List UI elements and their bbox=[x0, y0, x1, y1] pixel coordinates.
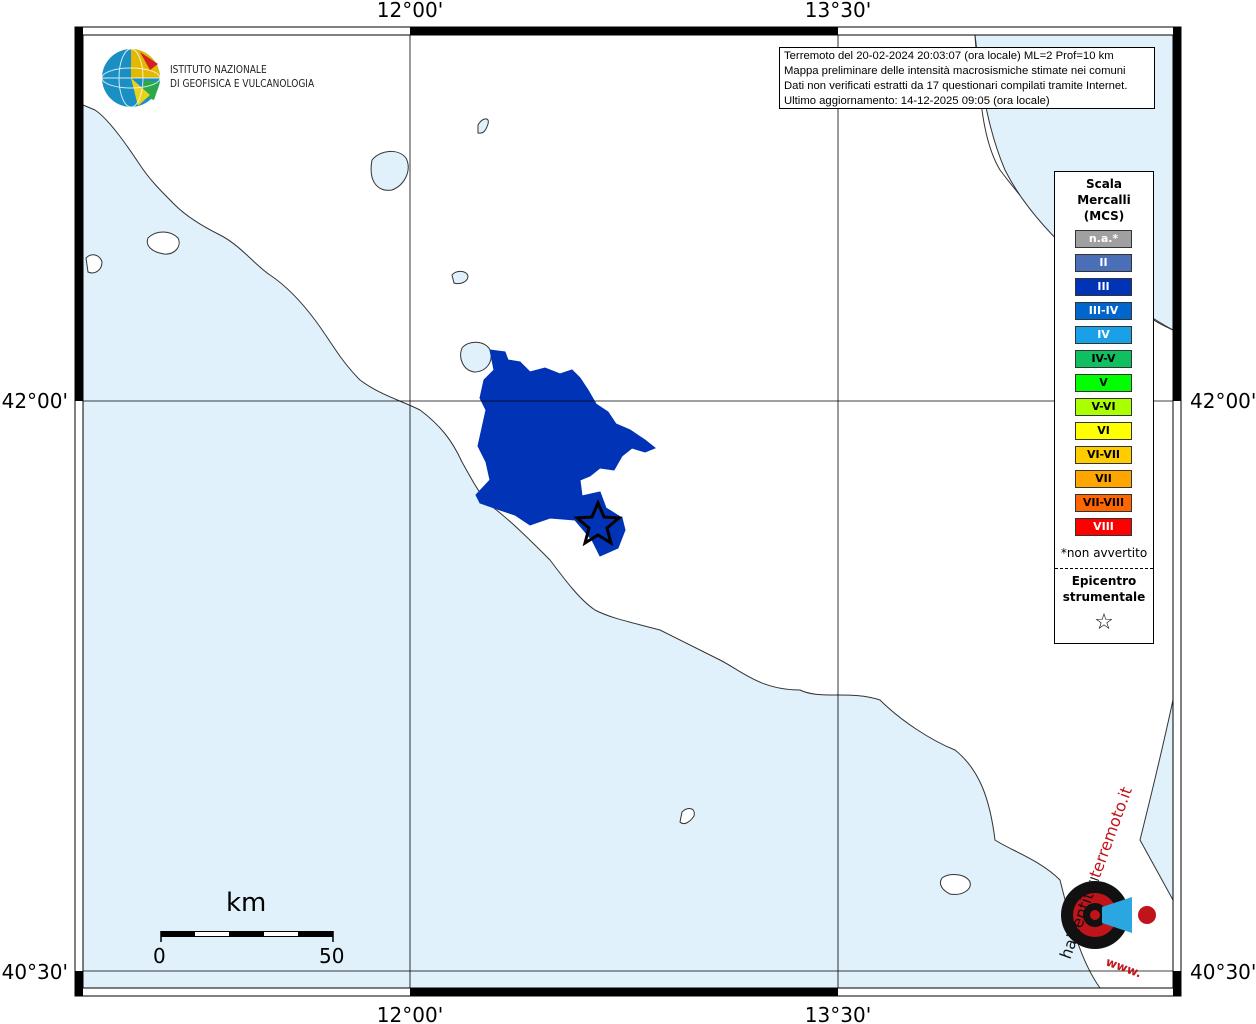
event-info-line-2: Mappa preliminare delle intensità macros… bbox=[784, 65, 1126, 77]
bottom-tick-2: 13°30' bbox=[805, 1003, 871, 1024]
legend-swatch: VII-VIII bbox=[1075, 494, 1132, 512]
ingv-line-2: DI GEOFISICA E VULCANOLOGIA bbox=[170, 77, 315, 90]
legend-swatch: V-VI bbox=[1075, 398, 1132, 416]
ingv-logo-icon bbox=[101, 48, 161, 108]
legend-swatch: V bbox=[1075, 374, 1132, 392]
legend-title: Scala Mercalli (MCS) bbox=[1077, 177, 1131, 223]
legend-swatch: VIII bbox=[1075, 518, 1132, 536]
mcs-legend: Scala Mercalli (MCS) n.a.* II III III-IV IV I… bbox=[1054, 171, 1154, 644]
bottom-tick-1: 12°00' bbox=[377, 1003, 443, 1024]
right-tick-2: 40°30' bbox=[1190, 960, 1256, 984]
event-info-line-4: Ultimo aggiornamento: 14-12-2025 09:05 (… bbox=[784, 95, 1050, 107]
right-tick-1: 42°00' bbox=[1190, 389, 1256, 413]
legend-note: *non avvertito bbox=[1060, 546, 1148, 560]
scale-min-label: 0 bbox=[153, 944, 166, 968]
legend-epicenter-label: Epicentro strumentale bbox=[1062, 574, 1146, 604]
top-tick-2: 13°30' bbox=[805, 0, 871, 22]
legend-swatch: VI bbox=[1075, 422, 1132, 440]
legend-items: n.a.* II III III-IV IV IV-V V V-VI VI VI-VII VII VI… bbox=[1075, 230, 1132, 542]
legend-swatch: III-IV bbox=[1075, 302, 1132, 320]
legend-star-icon: ☆ bbox=[1094, 610, 1114, 635]
legend-swatch: VI-VII bbox=[1075, 446, 1132, 464]
left-tick-1: 42°00' bbox=[2, 389, 68, 413]
legend-swatch: VII bbox=[1075, 470, 1132, 488]
event-info-line-1: Terremoto del 20-02-2024 20:03:07 (ora l… bbox=[784, 50, 1114, 62]
scale-unit: km bbox=[226, 888, 267, 918]
legend-swatch: IV bbox=[1075, 326, 1132, 344]
legend-swatch: n.a.* bbox=[1075, 230, 1132, 248]
ingv-logo-text: ISTITUTO NAZIONALE DI GEOFISICA E VULCAN… bbox=[170, 63, 314, 91]
event-info-box: Terremoto del 20-02-2024 20:03:07 (ora l… bbox=[779, 47, 1155, 109]
legend-swatch: III bbox=[1075, 278, 1132, 296]
left-tick-2: 40°30' bbox=[2, 960, 68, 984]
ingv-line-1: ISTITUTO NAZIONALE bbox=[170, 63, 267, 76]
legend-swatch: IV-V bbox=[1075, 350, 1132, 368]
legend-separator bbox=[1055, 568, 1153, 569]
scale-max-label: 50 bbox=[319, 944, 345, 968]
legend-swatch: II bbox=[1075, 254, 1132, 272]
lake-bracciano bbox=[460, 341, 492, 373]
top-tick-1: 12°00' bbox=[377, 0, 443, 22]
event-info-line-3: Dati non verificati estratti da 17 quest… bbox=[784, 80, 1128, 92]
